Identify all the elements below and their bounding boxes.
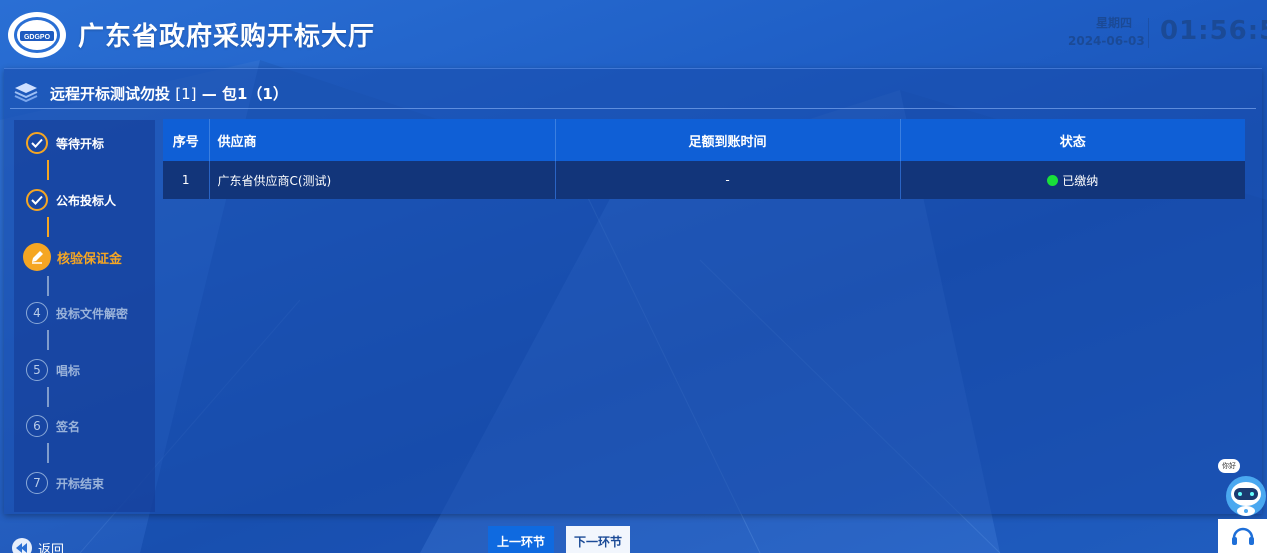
step-opening-end[interactable]: 7 开标结束 [26,470,104,496]
step-label: 核验保证金 [57,251,123,267]
check-icon [26,189,48,211]
main-panel: 远程开标测试勿投 [1] — 包1（1） 等待开标 公布投标人 核验保证金 4 … [4,68,1262,514]
panel-title: 远程开标测试勿投 [1] — 包1（1） [50,83,288,104]
deposit-table: 序号 供应商 足额到账时间 状态 1 广东省供应商C(测试) - 已缴纳 [163,119,1245,199]
step-number: 4 [26,302,48,324]
cell-status: 已缴纳 [900,161,1245,199]
step-number: 6 [26,415,48,437]
robot-assistant-icon[interactable] [1224,474,1267,518]
step-announce-bidders[interactable]: 公布投标人 [26,187,116,213]
bid-index: [1] [175,85,197,103]
package-label: — 包1（1） [201,85,288,103]
clock-time: 01:56:50 [1160,16,1267,46]
step-decrypt-bids[interactable]: 4 投标文件解密 [26,300,128,326]
status-dot-icon [1047,174,1059,186]
cell-arrival-time: - [555,161,901,199]
step-number: 5 [26,359,48,381]
gdgpo-logo: GDGPO [8,12,66,58]
table-header-row: 序号 供应商 足额到账时间 状态 [163,119,1245,161]
weekday-label: 星期四 [1096,16,1133,30]
step-label: 公布投标人 [56,193,117,208]
column-header-status: 状态 [900,119,1245,161]
back-label: 返回 [38,542,65,553]
step-label: 投标文件解密 [56,306,129,321]
step-connector [47,330,49,350]
table-row[interactable]: 1 广东省供应商C(测试) - 已缴纳 [163,161,1245,199]
next-step-button[interactable]: 下一环节 [566,526,630,553]
step-waiting-open[interactable]: 等待开标 [26,130,104,156]
step-read-bids[interactable]: 5 唱标 [26,357,80,383]
step-sign[interactable]: 6 签名 [26,413,80,439]
step-connector [47,387,49,407]
project-name: 远程开标测试勿投 [50,85,171,103]
pencil-icon [23,243,51,271]
back-arrow-icon [12,538,32,553]
step-connector [47,160,49,180]
layers-icon [14,83,38,103]
app-header: GDGPO 广东省政府采购开标大厅 星期四 2024-06-03 01:56:5… [0,0,1267,66]
step-label: 等待开标 [56,136,105,151]
step-number: 7 [26,472,48,494]
assistant-bubble: 你好 [1218,459,1240,473]
step-label: 开标结束 [56,476,105,491]
step-label: 签名 [56,419,81,434]
step-verify-deposit[interactable]: 核验保证金 [23,243,123,271]
previous-step-button[interactable]: 上一环节 [488,526,554,553]
check-icon [26,132,48,154]
back-link[interactable]: 返回 [12,538,64,553]
step-connector [47,276,49,296]
column-header-arrival-time: 足额到账时间 [555,119,901,161]
cell-index: 1 [163,161,210,199]
process-steps: 等待开标 公布投标人 核验保证金 4 投标文件解密 5 唱标 6 签名 7 开标… [14,120,155,512]
step-connector [47,217,49,237]
date-label: 2024-06-03 [1068,34,1145,48]
clock-divider [1148,18,1149,48]
column-header-supplier: 供应商 [209,119,556,161]
logo-text: GDGPO [24,34,51,41]
step-label: 唱标 [56,363,81,378]
step-connector [47,443,49,463]
column-header-index: 序号 [163,119,210,161]
headset-icon [1231,527,1254,545]
customer-support-button[interactable] [1218,519,1267,553]
status-text: 已缴纳 [1062,173,1099,188]
app-title: 广东省政府采购开标大厅 [78,22,376,52]
cell-supplier: 广东省供应商C(测试) [209,161,556,199]
panel-title-bar: 远程开标测试勿投 [1] — 包1（1） [10,73,1256,109]
